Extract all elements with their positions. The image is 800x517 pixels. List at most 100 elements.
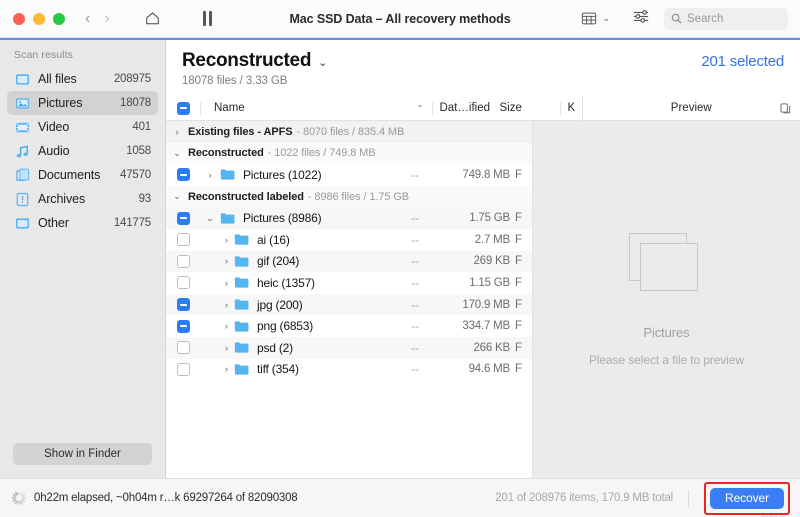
pause-icon[interactable] (202, 11, 213, 26)
status-divider (688, 489, 690, 507)
sidebar-item-other[interactable]: Other 141775 (7, 211, 158, 235)
view-mode-button[interactable]: ⌄ (581, 11, 610, 26)
sidebar-item-archives[interactable]: Archives 93 (7, 187, 158, 211)
folder-icon (234, 320, 251, 333)
column-header-kind[interactable]: K (559, 101, 582, 115)
pause-bar-right (208, 11, 213, 26)
row-checkbox[interactable] (166, 211, 200, 225)
row-checkbox[interactable] (166, 254, 200, 268)
column-header-size[interactable]: Size (498, 102, 560, 115)
title-bar: ‹ › Mac SSD Data – All recovery methods (0, 0, 800, 38)
sidebar-item-label: Video (38, 120, 70, 134)
row-size: 1.15 GB (469, 276, 510, 289)
filter-button[interactable] (632, 8, 650, 29)
chevron-down-icon: ⌄ (602, 13, 610, 23)
row-checkbox[interactable] (166, 233, 200, 247)
disclosure-triangle-icon[interactable]: ⌄ (166, 191, 188, 202)
watermark: wizadrive.com (760, 513, 786, 517)
disclosure-triangle-icon[interactable]: ⌄ (166, 148, 188, 159)
sidebar-item-label: Pictures (38, 96, 83, 110)
search-input[interactable]: Search (664, 7, 788, 30)
table-row[interactable]: › jpg (200) -- 170.9 MB F (166, 293, 532, 316)
recover-highlight-annotation: Recover wizadrive.com (704, 481, 790, 517)
row-checkbox[interactable] (166, 298, 200, 312)
column-header-name[interactable]: Name ⌃ (200, 101, 432, 115)
minimize-window-button[interactable] (33, 12, 45, 25)
tree-group-header[interactable]: ⌄ Reconstructed labeled - 8986 files / 1.7… (166, 185, 532, 208)
home-icon[interactable] (144, 10, 161, 27)
folder-icon (234, 233, 251, 246)
stacked-images-icon (628, 232, 705, 293)
table-row[interactable]: ⌄ Pictures (8986) -- 1.75 GB F (166, 207, 532, 229)
recover-button[interactable]: Recover (710, 487, 784, 509)
sidebar-item-video[interactable]: Video 401 (7, 115, 158, 139)
show-in-finder-button[interactable]: Show in Finder (13, 443, 152, 465)
group-label: Existing files - APFS (188, 125, 293, 138)
group-meta: - 8986 files / 1.75 GB (307, 190, 410, 203)
disclosure-triangle-icon[interactable]: › (166, 127, 188, 137)
row-size: 94.6 MB (468, 363, 511, 376)
loading-spinner-icon (11, 491, 26, 505)
sidebar-list: All files 208975 Pictures 18078 Video 401 Audi… (0, 67, 165, 443)
back-icon[interactable]: ‹ (85, 10, 90, 27)
row-size: 269 KB (473, 255, 510, 268)
row-kind: F (515, 276, 523, 289)
folder-icon (220, 212, 237, 225)
main-header-left: Reconstructed ⌄ 18078 files / 3.33 GB (182, 50, 701, 87)
disclosure-triangle-icon[interactable]: › (200, 343, 234, 353)
selected-count[interactable]: 201 selected (701, 50, 784, 70)
table-row[interactable]: › png (6853) -- 334.7 MB F (166, 315, 532, 337)
disclosure-triangle-icon[interactable]: ⌄ (200, 213, 220, 224)
select-all-checkbox[interactable] (166, 101, 200, 115)
sidebar-item-documents[interactable]: Documents 47570 (7, 163, 158, 187)
disclosure-triangle-icon[interactable]: › (200, 364, 234, 374)
disclosure-triangle-icon[interactable]: › (200, 256, 234, 266)
row-size: 749.8 MB (462, 168, 510, 181)
sidebar-footer: Show in Finder (0, 443, 165, 478)
table-row[interactable]: › Pictures (1022) -- 749.8 MB F (166, 164, 532, 186)
disclosure-triangle-icon[interactable]: › (200, 170, 220, 180)
checkbox-empty-icon (176, 254, 190, 268)
sort-ascending-icon: ⌃ (416, 103, 424, 113)
column-header-name-label: Name (214, 102, 245, 114)
disclosure-triangle-icon[interactable]: › (200, 300, 234, 310)
sidebar-item-all-files[interactable]: All files 208975 (7, 67, 158, 91)
sidebar-item-pictures[interactable]: Pictures 18078 (7, 91, 158, 115)
row-name: heic (1357) (257, 275, 315, 290)
tree-group-header[interactable]: › Existing files - APFS - 8070 files / 835… (166, 121, 532, 143)
row-date-modified: -- (411, 275, 419, 290)
video-icon (14, 119, 30, 135)
table-row[interactable]: › psd (2) -- 266 KB F (166, 336, 532, 359)
row-checkbox[interactable] (166, 276, 200, 290)
table-row[interactable]: › tiff (354) -- 94.6 MB F (166, 359, 532, 381)
column-header-date[interactable]: Dat…ified (431, 101, 498, 115)
file-tree[interactable]: › Existing files - APFS - 8070 files / 835… (166, 121, 532, 478)
table-row[interactable]: › heic (1357) -- 1.15 GB F (166, 272, 532, 294)
maximize-window-button[interactable] (53, 12, 65, 25)
main-header: Reconstructed ⌄ 18078 files / 3.33 GB 20… (166, 40, 800, 87)
table-row[interactable]: › gif (204) -- 269 KB F (166, 250, 532, 273)
pictures-icon (14, 95, 30, 111)
method-selector[interactable]: Reconstructed ⌄ (182, 50, 701, 72)
row-checkbox[interactable] (166, 168, 200, 182)
disclosure-triangle-icon[interactable]: › (200, 235, 234, 245)
row-checkbox[interactable] (166, 319, 200, 333)
forward-icon[interactable]: › (104, 10, 109, 27)
folder-icon (220, 168, 237, 181)
search-icon (671, 13, 682, 24)
group-label: Reconstructed labeled (188, 190, 304, 203)
tree-group-header[interactable]: ⌄ Reconstructed - 1022 files / 749.8 MB (166, 142, 532, 165)
table-row[interactable]: › ai (16) -- 2.7 MB F (166, 229, 532, 251)
row-date-modified: -- (411, 340, 419, 355)
sidebar-item-audio[interactable]: Audio 1058 (7, 139, 158, 163)
scan-progress-text: 0h22m elapsed, ~0h04m r…k 69297264 of 82… (34, 492, 298, 504)
checkbox-empty-icon (176, 341, 190, 355)
row-name: jpg (200) (257, 297, 303, 312)
row-checkbox[interactable] (166, 341, 200, 355)
disclosure-triangle-icon[interactable]: › (200, 278, 234, 288)
disclosure-triangle-icon[interactable]: › (200, 321, 234, 331)
detach-panel-icon[interactable] (780, 102, 791, 114)
row-checkbox[interactable] (166, 362, 200, 376)
close-window-button[interactable] (13, 12, 25, 25)
row-date-modified: -- (411, 362, 419, 377)
